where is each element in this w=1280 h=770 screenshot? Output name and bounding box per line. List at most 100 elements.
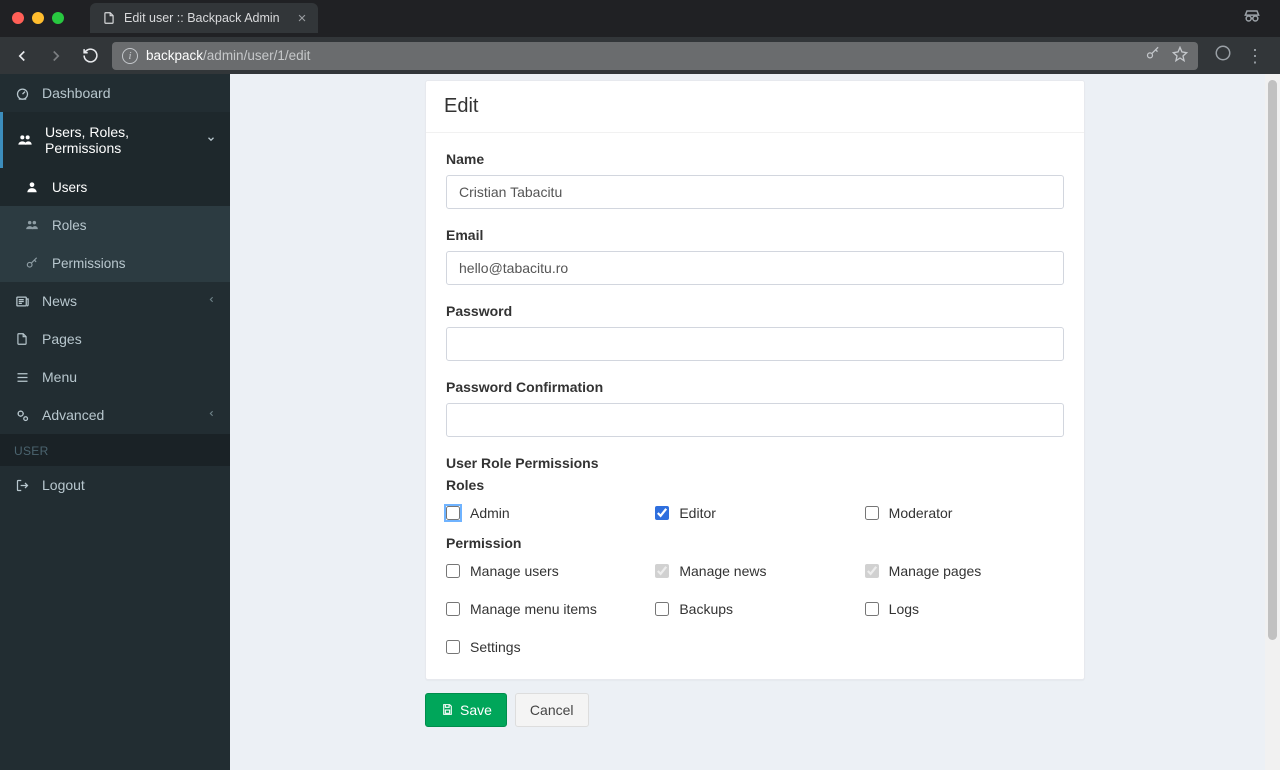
user-role-permissions-heading: User Role Permissions [446, 455, 1064, 471]
name-field[interactable] [446, 175, 1064, 209]
address-bar[interactable]: i backpack/admin/user/1/edit [112, 42, 1198, 70]
logout-icon [14, 477, 30, 493]
checkbox-input[interactable] [655, 506, 669, 520]
site-info-icon[interactable]: i [122, 48, 138, 64]
star-icon[interactable] [1172, 46, 1188, 65]
checkbox-input[interactable] [655, 602, 669, 616]
browser-tab[interactable]: Edit user :: Backpack Admin × [90, 3, 318, 33]
content-area: Edit Name Email Password Password Confir… [230, 74, 1280, 770]
scrollbar[interactable] [1265, 74, 1280, 770]
window-minimize-icon[interactable] [32, 12, 44, 24]
checkbox-input[interactable] [865, 506, 879, 520]
gears-icon [14, 407, 30, 423]
window-controls[interactable] [12, 12, 64, 24]
role-checkbox[interactable]: Editor [655, 505, 854, 521]
save-button[interactable]: Save [425, 693, 507, 727]
user-icon [24, 179, 40, 195]
sidebar-item-label: Menu [42, 369, 77, 385]
browser-forward-button[interactable] [44, 44, 68, 68]
group-icon [17, 132, 33, 148]
browser-tab-title: Edit user :: Backpack Admin [124, 11, 280, 25]
checkbox-input[interactable] [865, 602, 879, 616]
save-icon [440, 703, 454, 717]
roles-grid: Admin Editor Moderator [446, 505, 1064, 521]
sidebar-item-label: Users [52, 180, 87, 195]
checkbox-label: Manage menu items [470, 601, 597, 617]
sidebar-header-user: USER [0, 434, 230, 466]
sidebar-item-users[interactable]: Users [0, 168, 230, 206]
url-text: backpack/admin/user/1/edit [146, 48, 310, 63]
sidebar-item-dashboard[interactable]: Dashboard [0, 74, 230, 112]
sidebar-item-roles[interactable]: Roles [0, 206, 230, 244]
save-button-label: Save [460, 702, 492, 718]
permission-checkbox[interactable]: Manage users [446, 563, 645, 579]
sidebar-item-menu[interactable]: Menu [0, 358, 230, 396]
cancel-button-label: Cancel [530, 702, 574, 718]
permission-checkbox[interactable]: Logs [865, 601, 1064, 617]
roles-heading: Roles [446, 477, 1064, 493]
sidebar-item-label: Pages [42, 331, 82, 347]
tab-close-icon[interactable]: × [298, 10, 307, 27]
permission-checkbox[interactable]: Manage menu items [446, 601, 645, 617]
sidebar-item-label: Dashboard [42, 85, 111, 101]
sidebar: Dashboard Users, Roles, Permissions User… [0, 74, 230, 770]
browser-tab-strip: Edit user :: Backpack Admin × [0, 0, 1280, 36]
checkbox-label: Logs [889, 601, 919, 617]
sidebar-item-label: Logout [42, 477, 85, 493]
checkbox-label: Settings [470, 639, 521, 655]
profile-icon[interactable] [1214, 44, 1232, 67]
checkbox-input[interactable] [446, 564, 460, 578]
permission-heading: Permission [446, 535, 1064, 551]
checkbox-input[interactable] [446, 506, 460, 520]
sidebar-item-logout[interactable]: Logout [0, 466, 230, 504]
sidebar-item-permissions[interactable]: Permissions [0, 244, 230, 282]
name-label: Name [446, 151, 1064, 167]
checkbox-input[interactable] [446, 640, 460, 654]
incognito-icon [1242, 6, 1262, 31]
sidebar-item-users-roles-permissions[interactable]: Users, Roles, Permissions [0, 112, 230, 168]
chevron-left-icon [207, 409, 216, 421]
file-icon [14, 331, 30, 347]
checkbox-label: Admin [470, 505, 510, 521]
scrollbar-thumb[interactable] [1268, 80, 1277, 640]
sidebar-item-pages[interactable]: Pages [0, 320, 230, 358]
form-actions: Save Cancel [425, 693, 1085, 727]
permission-checkbox[interactable]: Manage pages [865, 563, 1064, 579]
chevron-down-icon [206, 134, 216, 147]
permission-checkbox[interactable]: Settings [446, 639, 645, 655]
permissions-grid: Manage users Manage news Manage pages Manag… [446, 563, 1064, 655]
window-zoom-icon[interactable] [52, 12, 64, 24]
checkbox-label: Manage users [470, 563, 559, 579]
window-close-icon[interactable] [12, 12, 24, 24]
password-field[interactable] [446, 327, 1064, 361]
checkbox-input[interactable] [655, 564, 669, 578]
list-icon [14, 369, 30, 385]
checkbox-label: Editor [679, 505, 716, 521]
password-label: Password [446, 303, 1064, 319]
checkbox-input[interactable] [446, 602, 460, 616]
checkbox-label: Moderator [889, 505, 953, 521]
permission-checkbox[interactable]: Backups [655, 601, 854, 617]
sidebar-item-news[interactable]: News [0, 282, 230, 320]
password-confirmation-label: Password Confirmation [446, 379, 1064, 395]
sidebar-item-label: Advanced [42, 407, 104, 423]
app-root: Dashboard Users, Roles, Permissions User… [0, 74, 1280, 770]
email-label: Email [446, 227, 1064, 243]
menu-icon[interactable]: ⋮ [1246, 47, 1264, 65]
email-field[interactable] [446, 251, 1064, 285]
sidebar-item-label: Users, Roles, Permissions [45, 124, 194, 156]
permission-checkbox[interactable]: Manage news [655, 563, 854, 579]
newspaper-icon [14, 293, 30, 309]
sidebar-item-label: Roles [52, 218, 87, 233]
browser-back-button[interactable] [10, 44, 34, 68]
sidebar-item-advanced[interactable]: Advanced [0, 396, 230, 434]
checkbox-input[interactable] [865, 564, 879, 578]
role-checkbox[interactable]: Moderator [865, 505, 1064, 521]
key-icon[interactable] [1145, 46, 1160, 65]
cancel-button[interactable]: Cancel [515, 693, 589, 727]
browser-reload-button[interactable] [78, 44, 102, 68]
role-checkbox[interactable]: Admin [446, 505, 645, 521]
password-confirmation-field[interactable] [446, 403, 1064, 437]
file-icon [102, 11, 116, 25]
page-title: Edit [426, 81, 1084, 133]
